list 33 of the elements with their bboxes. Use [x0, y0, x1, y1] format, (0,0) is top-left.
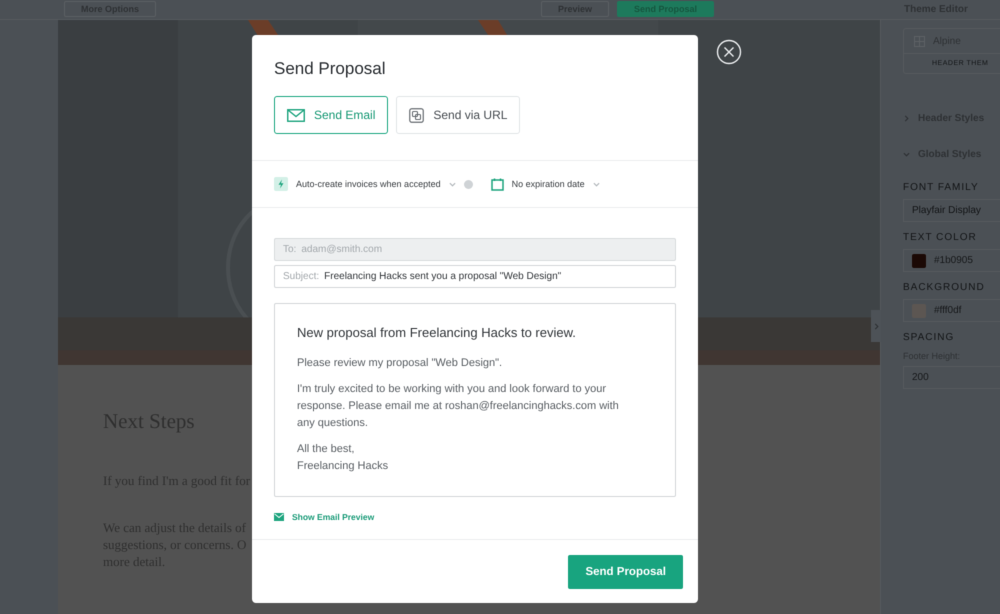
envelope-icon: [287, 108, 305, 122]
send-proposal-button[interactable]: Send Proposal: [568, 554, 683, 588]
caret-icon: [592, 180, 600, 188]
message-heading: New proposal from Freelancing Hacks to review.: [297, 325, 577, 340]
link-icon: [409, 108, 424, 122]
field-label: BACKGROUND: [903, 282, 986, 293]
message-paragraph: Please review my proposal "Web Design".: [297, 356, 504, 371]
lightning-icon: [274, 177, 288, 191]
envelope-icon: [274, 513, 284, 521]
chevron-right-icon: [872, 322, 880, 330]
field-label: FONT FAMILY: [903, 182, 980, 193]
dialog-title: Send Proposal: [274, 59, 387, 79]
font-family-select[interactable]: Playfair Display: [903, 199, 1000, 222]
option-dropdown[interactable]: No expiration date: [512, 179, 585, 189]
message-paragraph: All the best, Freelancing Hacks: [297, 442, 390, 474]
chevron-right-icon: [903, 114, 910, 122]
close-icon[interactable]: [716, 39, 742, 65]
send-method-tab[interactable]: Send Email: [274, 96, 388, 134]
text-color-field[interactable]: #1b0905: [903, 249, 1000, 272]
calendar-icon: [490, 178, 504, 190]
message-paragraph: I'm truly excited to be working with you and look forward to your response. Please email me at roshan@freelancinghacks.com with any questions.: [297, 382, 620, 431]
subject-field[interactable]: Subject: Freelancing Hacks sent you a proposal "Web Design": [274, 265, 676, 288]
send-method-tab[interactable]: Send via URL: [396, 96, 520, 134]
caret-icon: [448, 180, 456, 188]
chevron-down-icon: [903, 150, 910, 158]
background-color-field[interactable]: #fff0df: [903, 299, 1000, 322]
field-label: TEXT COLOR: [903, 232, 978, 243]
message-field[interactable]: [274, 303, 676, 497]
footer-height-field[interactable]: 200: [903, 366, 1000, 389]
info-icon: [464, 180, 473, 188]
option-dropdown[interactable]: Auto-create invoices when accepted: [296, 179, 441, 189]
email-preview-link[interactable]: Show Email Preview: [274, 512, 374, 522]
field-label: SPACING: [903, 332, 956, 343]
